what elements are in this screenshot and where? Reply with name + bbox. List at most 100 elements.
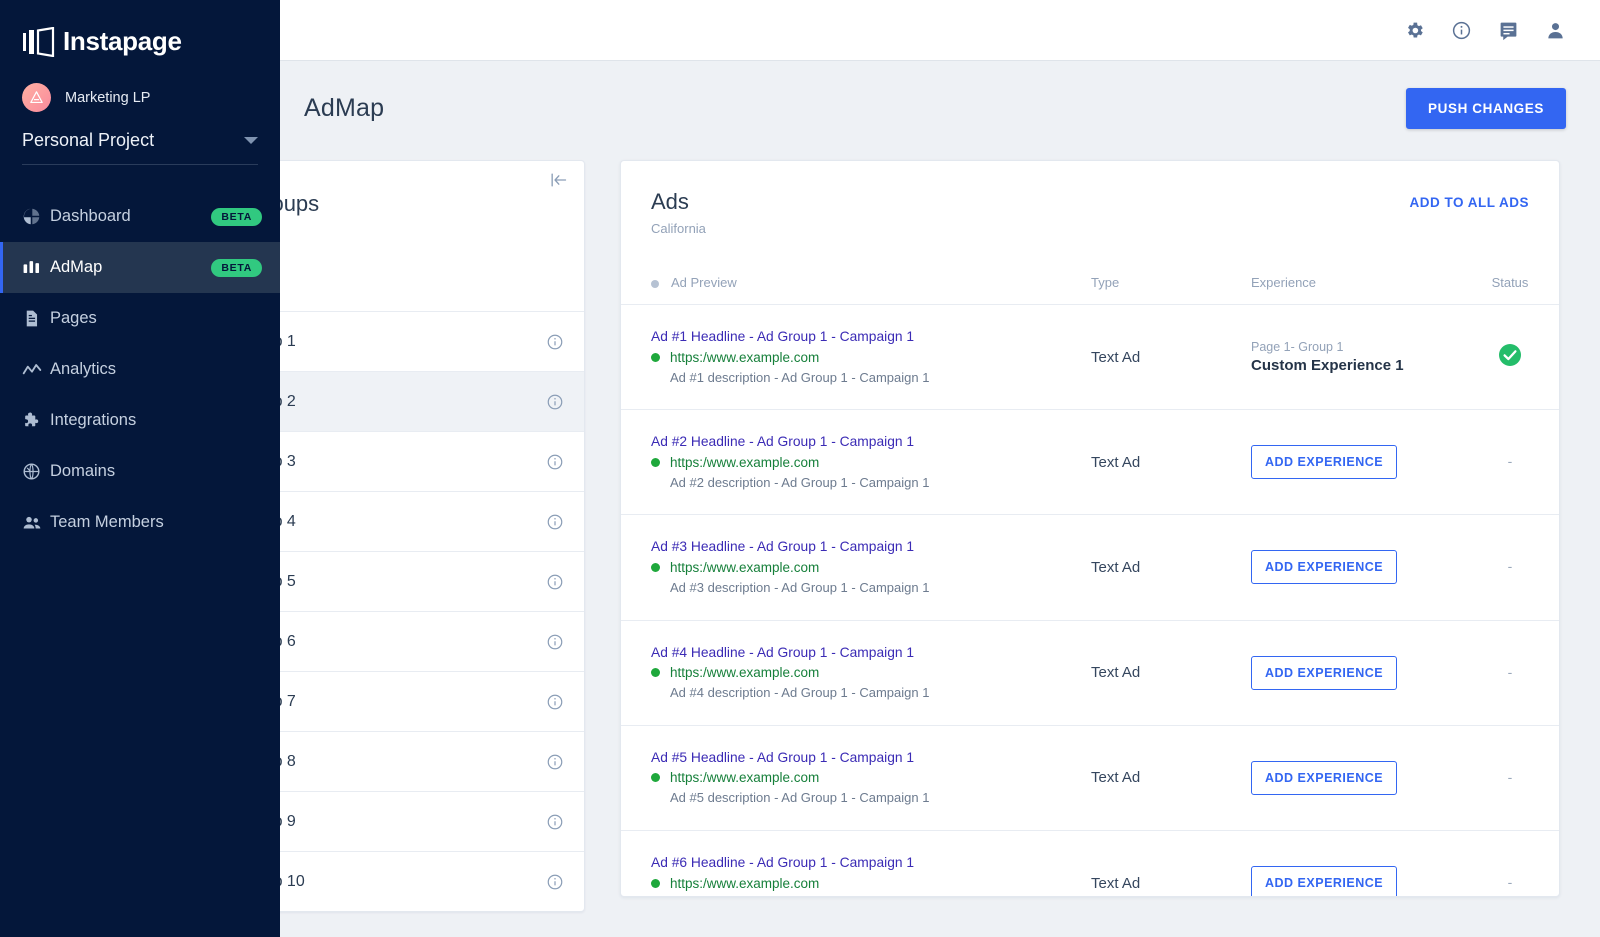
ad-status-dot-icon	[651, 879, 660, 888]
ads-table: Ad Preview Type Experience Status Ad #1 …	[621, 271, 1559, 897]
add-to-all-ads-button[interactable]: ADD TO ALL ADS	[1409, 195, 1529, 210]
info-circle-icon[interactable]	[546, 393, 564, 411]
ad-url-row: https:/www.example.com	[651, 876, 1081, 891]
ad-preview-cell: Ad #2 Headline - Ad Group 1 - Campaign 1…	[621, 410, 1091, 515]
sidebar-item-label: Team Members	[50, 513, 164, 532]
ad-headline[interactable]: Ad #6 Headline - Ad Group 1 - Campaign 1	[651, 853, 1081, 874]
sidebar-item-label: Integrations	[50, 411, 136, 430]
sidebar-item-integrations[interactable]: Integrations	[0, 395, 280, 446]
ad-description: Ad #2 description - Ad Group 1 - Campaig…	[670, 473, 1081, 493]
ad-status-cell: -	[1461, 410, 1559, 515]
ad-url: https:/www.example.com	[670, 770, 819, 785]
admap-bars-icon	[22, 258, 50, 277]
ads-panel-header: Ads California ADD TO ALL ADS	[621, 161, 1559, 271]
sidebar-item-analytics[interactable]: Analytics	[0, 344, 280, 395]
ad-status-dot-icon	[651, 563, 660, 572]
ad-table-row[interactable]: Ad #2 Headline - Ad Group 1 - Campaign 1…	[621, 410, 1559, 515]
dashboard-pie-icon	[22, 207, 50, 226]
ad-description: Ad #4 description - Ad Group 1 - Campaig…	[670, 683, 1081, 703]
page-title: AdMap	[304, 94, 384, 123]
ad-headline[interactable]: Ad #3 Headline - Ad Group 1 - Campaign 1	[651, 537, 1081, 558]
ad-type-cell: Text Ad	[1091, 515, 1251, 620]
chat-message-icon[interactable]	[1498, 20, 1519, 41]
ad-preview-cell: Ad #4 Headline - Ad Group 1 - Campaign 1…	[621, 620, 1091, 725]
ad-description: Ad #6 description - Ad Group 1 - Campaig…	[670, 894, 1081, 897]
add-experience-button[interactable]: ADD EXPERIENCE	[1251, 445, 1397, 479]
pages-document-icon	[22, 309, 50, 328]
ad-status-dot-icon	[651, 353, 660, 362]
status-dash: -	[1508, 874, 1513, 890]
add-experience-button[interactable]: ADD EXPERIENCE	[1251, 550, 1397, 584]
sidebar-item-beta-badge: BETA	[211, 208, 262, 226]
sidebar-item-dashboard[interactable]: Dashboard BETA	[0, 191, 280, 242]
info-circle-icon[interactable]	[1451, 20, 1472, 41]
info-circle-icon[interactable]	[546, 873, 564, 891]
status-dash: -	[1508, 558, 1513, 574]
column-header-ad-preview: Ad Preview	[621, 271, 1091, 305]
info-circle-icon[interactable]	[546, 573, 564, 591]
add-experience-button[interactable]: ADD EXPERIENCE	[1251, 866, 1397, 897]
team-members-people-icon	[22, 513, 50, 533]
column-header-status: Status	[1461, 271, 1559, 305]
sidebar-item-admap[interactable]: AdMapBETA	[0, 242, 280, 293]
sidebar-item-domains[interactable]: Domains	[0, 446, 280, 497]
push-changes-button[interactable]: PUSH CHANGES	[1406, 88, 1566, 129]
ad-experience-cell: Page 1- Group 1Custom Experience 1	[1251, 305, 1461, 410]
ad-headline[interactable]: Ad #4 Headline - Ad Group 1 - Campaign 1	[651, 643, 1081, 664]
ad-preview-cell: Ad #5 Headline - Ad Group 1 - Campaign 1…	[621, 725, 1091, 830]
account-row[interactable]: Marketing LP	[0, 57, 280, 112]
info-circle-icon[interactable]	[546, 333, 564, 351]
ads-subtitle: California	[651, 221, 1529, 236]
project-selector[interactable]: Personal Project	[22, 130, 258, 165]
instapage-logo[interactable]: Instapage	[0, 0, 280, 57]
ads-panel: Ads California ADD TO ALL ADS Ad Preview…	[620, 160, 1560, 897]
info-circle-icon[interactable]	[546, 753, 564, 771]
add-experience-button[interactable]: ADD EXPERIENCE	[1251, 761, 1397, 795]
ad-headline[interactable]: Ad #1 Headline - Ad Group 1 - Campaign 1	[651, 327, 1081, 348]
info-circle-icon[interactable]	[546, 813, 564, 831]
info-circle-icon[interactable]	[546, 453, 564, 471]
status-dash: -	[1508, 453, 1513, 469]
instapage-logo-icon	[22, 27, 56, 57]
ad-table-row[interactable]: Ad #5 Headline - Ad Group 1 - Campaign 1…	[621, 725, 1559, 830]
ad-table-row[interactable]: Ad #3 Headline - Ad Group 1 - Campaign 1…	[621, 515, 1559, 620]
ad-url-row: https:/www.example.com	[651, 665, 1081, 680]
info-circle-icon[interactable]	[546, 693, 564, 711]
collapse-panel-left-icon[interactable]	[548, 170, 568, 195]
experience-page-label: Page 1- Group 1	[1251, 340, 1461, 354]
ad-experience-cell: ADD EXPERIENCE	[1251, 830, 1461, 897]
ad-table-row[interactable]: Ad #1 Headline - Ad Group 1 - Campaign 1…	[621, 305, 1559, 410]
ad-status-cell	[1461, 305, 1559, 410]
ad-headline[interactable]: Ad #2 Headline - Ad Group 1 - Campaign 1	[651, 432, 1081, 453]
info-circle-icon[interactable]	[546, 633, 564, 651]
ad-status-cell: -	[1461, 620, 1559, 725]
ad-status-dot-icon	[651, 668, 660, 677]
sidebar-item-label: AdMap	[50, 258, 102, 277]
ad-url-row: https:/www.example.com	[651, 350, 1081, 365]
ad-url-row: https:/www.example.com	[651, 770, 1081, 785]
sidebar-item-pages[interactable]: Pages	[0, 293, 280, 344]
ad-experience-cell: ADD EXPERIENCE	[1251, 620, 1461, 725]
ads-table-header-row: Ad Preview Type Experience Status	[621, 271, 1559, 305]
ad-url: https:/www.example.com	[670, 665, 819, 680]
ad-type-cell: Text Ad	[1091, 305, 1251, 410]
add-experience-button[interactable]: ADD EXPERIENCE	[1251, 656, 1397, 690]
ad-table-row[interactable]: Ad #4 Headline - Ad Group 1 - Campaign 1…	[621, 620, 1559, 725]
status-dash: -	[1508, 664, 1513, 680]
ads-title: Ads	[651, 189, 1529, 215]
ad-headline[interactable]: Ad #5 Headline - Ad Group 1 - Campaign 1	[651, 748, 1081, 769]
ad-status-dot-icon	[651, 458, 660, 467]
ad-preview-cell: Ad #1 Headline - Ad Group 1 - Campaign 1…	[621, 305, 1091, 410]
ad-url: https:/www.example.com	[670, 455, 819, 470]
ad-table-row[interactable]: Ad #6 Headline - Ad Group 1 - Campaign 1…	[621, 830, 1559, 897]
sidebar-item-team-members[interactable]: Team Members	[0, 497, 280, 548]
sidebar-item-label: Dashboard	[50, 207, 131, 226]
ad-experience-cell: ADD EXPERIENCE	[1251, 410, 1461, 515]
ad-url-row: https:/www.example.com	[651, 560, 1081, 575]
settings-gear-icon[interactable]	[1404, 20, 1425, 41]
column-header-experience: Experience	[1251, 271, 1461, 305]
ad-experience-cell: ADD EXPERIENCE	[1251, 515, 1461, 620]
ad-status-cell: -	[1461, 725, 1559, 830]
info-circle-icon[interactable]	[546, 513, 564, 531]
user-account-icon[interactable]	[1545, 20, 1566, 41]
